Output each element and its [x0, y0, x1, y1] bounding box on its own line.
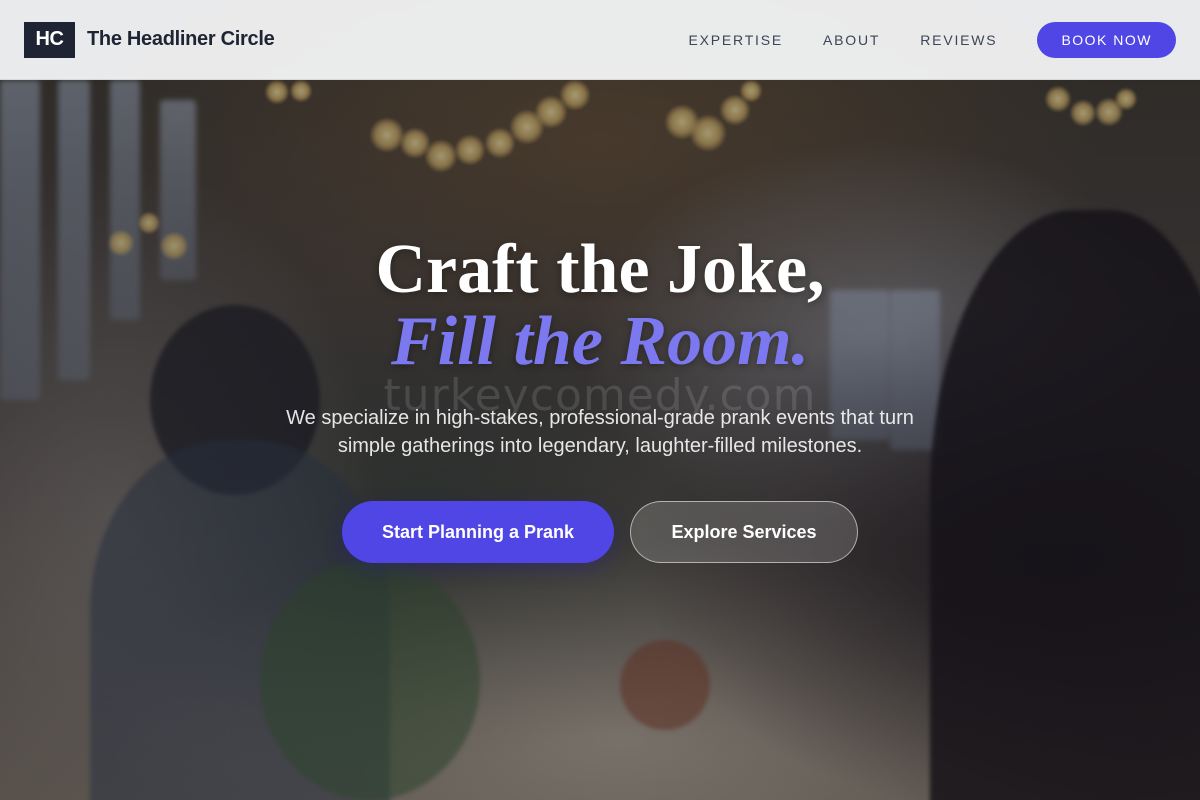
nav-link-reviews[interactable]: REVIEWS — [920, 32, 997, 48]
start-planning-button[interactable]: Start Planning a Prank — [342, 501, 614, 563]
book-now-button[interactable]: BOOK NOW — [1037, 21, 1176, 58]
main-nav: EXPERTISE ABOUT REVIEWS BOOK NOW — [689, 21, 1176, 58]
hero-cta-group: Start Planning a Prank Explore Services — [0, 501, 1200, 563]
logo-mark[interactable]: HC — [24, 21, 75, 58]
explore-services-button[interactable]: Explore Services — [630, 501, 858, 563]
page: HC The Headliner Circle EXPERTISE ABOUT … — [0, 0, 1200, 800]
hero-subtext: We specialize in high-stakes, profession… — [286, 407, 914, 457]
hero-section: turkeycomedy.com Craft the Joke, Fill th… — [0, 80, 1200, 800]
hero-headline-line2: Fill the Room. — [390, 303, 810, 380]
nav-link-expertise[interactable]: EXPERTISE — [689, 32, 784, 48]
nav-link-about[interactable]: ABOUT — [823, 32, 880, 48]
hero-headline: Craft the Joke, Fill the Room. — [0, 234, 1200, 378]
brand-name[interactable]: The Headliner Circle — [87, 28, 275, 51]
site-header: HC The Headliner Circle EXPERTISE ABOUT … — [0, 0, 1200, 80]
hero-headline-line1: Craft the Joke, — [375, 231, 825, 308]
